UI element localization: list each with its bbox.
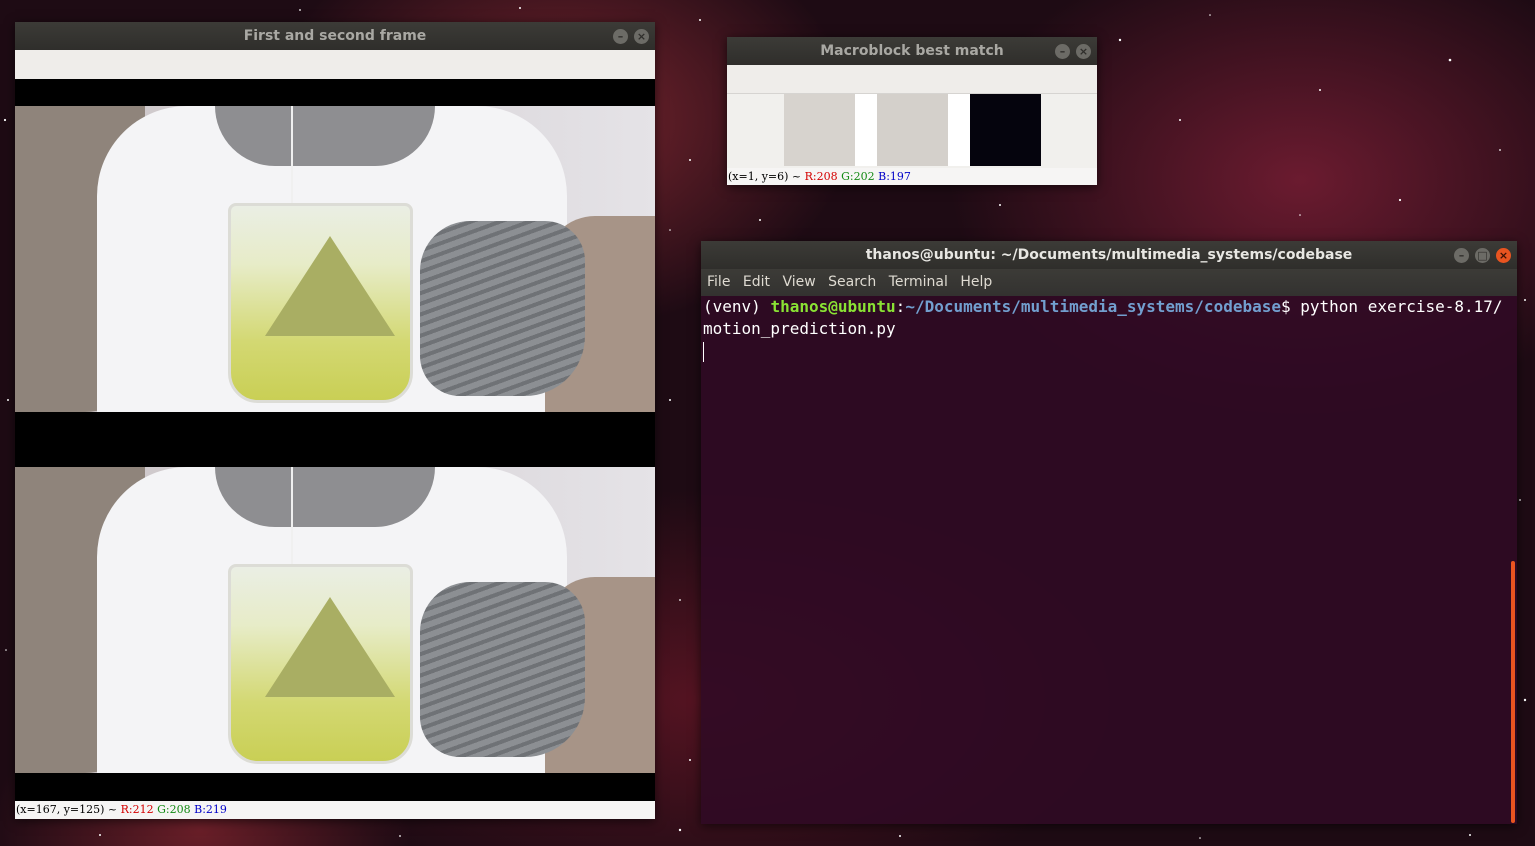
- close-icon[interactable]: ×: [1076, 44, 1091, 59]
- terminal-window-title: thanos@ubuntu: ~/Documents/multimedia_sy…: [865, 247, 1353, 263]
- terminal-menubar: File Edit View Search Terminal Help: [701, 269, 1517, 296]
- macroblock-current: [784, 94, 855, 166]
- maximize-icon[interactable]: □: [1475, 248, 1490, 263]
- frames-titlebar[interactable]: First and second frame – ×: [15, 22, 655, 50]
- prompt-path: ~/Documents/multimedia_systems/codebase: [905, 297, 1281, 316]
- prompt-dollar: $: [1281, 297, 1301, 316]
- frames-window: First and second frame – × (x=167, y=125…: [15, 22, 655, 819]
- minimize-icon[interactable]: –: [613, 29, 628, 44]
- frames-status-bar: (x=167, y=125) ~ R:212 G:208 B:219: [15, 801, 655, 819]
- macroblock-match: [877, 94, 948, 166]
- macro-titlebar[interactable]: Macroblock best match – ×: [727, 37, 1097, 65]
- terminal-window: thanos@ubuntu: ~/Documents/multimedia_sy…: [701, 241, 1517, 824]
- macro-image-canvas[interactable]: [727, 94, 1097, 168]
- menu-file[interactable]: File: [707, 274, 730, 290]
- pixel-red: R:208: [804, 170, 838, 183]
- macroblock-gap: [948, 94, 970, 166]
- terminal-titlebar[interactable]: thanos@ubuntu: ~/Documents/multimedia_sy…: [701, 241, 1517, 269]
- menu-help[interactable]: Help: [960, 274, 992, 290]
- pixel-green: G:202: [841, 170, 875, 183]
- first-frame-image: [15, 106, 655, 412]
- macro-toolbar: [727, 65, 1097, 94]
- pixel-green: G:208: [157, 803, 191, 816]
- macro-window-title: Macroblock best match: [820, 43, 1004, 59]
- pixel-red: R:212: [120, 803, 154, 816]
- cursor-coords: (x=1, y=6) ~: [728, 170, 805, 183]
- prompt-colon: :: [895, 297, 906, 316]
- macroblock-gap: [855, 94, 877, 166]
- menu-search[interactable]: Search: [828, 274, 876, 290]
- macroblock-window: Macroblock best match – × (x=1, y=6) ~ R…: [727, 37, 1097, 185]
- terminal-output[interactable]: (venv) thanos@ubuntu:~/Documents/multime…: [701, 296, 1517, 824]
- close-icon[interactable]: ×: [1496, 248, 1511, 263]
- terminal-scrollbar[interactable]: [1511, 561, 1515, 823]
- macroblock-difference: [970, 94, 1041, 166]
- frames-image-canvas[interactable]: [15, 79, 655, 801]
- frames-toolbar: [15, 50, 655, 79]
- frames-window-title: First and second frame: [243, 28, 427, 44]
- prompt-venv: (venv): [703, 297, 771, 316]
- text-cursor: [703, 341, 704, 362]
- pixel-blue: B:197: [878, 170, 911, 183]
- cursor-coords: (x=167, y=125) ~: [16, 803, 121, 816]
- close-icon[interactable]: ×: [634, 29, 649, 44]
- minimize-icon[interactable]: –: [1454, 248, 1469, 263]
- menu-terminal[interactable]: Terminal: [889, 274, 948, 290]
- prompt-user: thanos@ubuntu: [770, 297, 896, 316]
- menu-view[interactable]: View: [782, 274, 815, 290]
- menu-edit[interactable]: Edit: [743, 274, 770, 290]
- pixel-blue: B:219: [194, 803, 227, 816]
- second-frame-image: [15, 467, 655, 773]
- macro-status-bar: (x=1, y=6) ~ R:208 G:202 B:197: [727, 168, 1097, 185]
- minimize-icon[interactable]: –: [1055, 44, 1070, 59]
